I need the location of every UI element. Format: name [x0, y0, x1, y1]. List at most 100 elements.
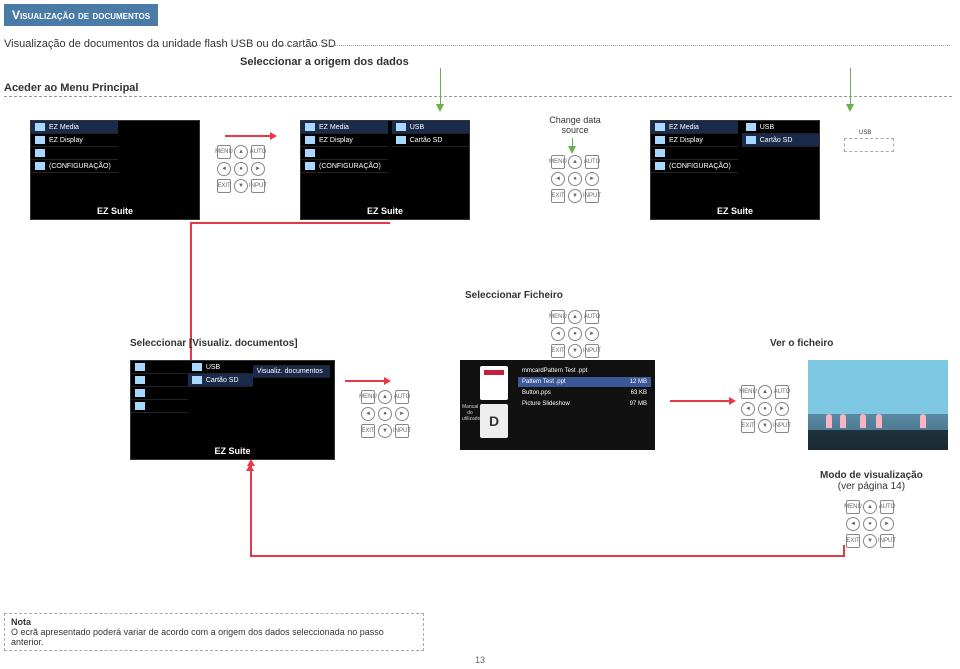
- auto-button[interactable]: AUTO: [251, 145, 265, 159]
- media-icon: [35, 123, 45, 131]
- green-connector: [850, 68, 851, 104]
- exit-button[interactable]: EXIT: [551, 189, 565, 203]
- left-button[interactable]: ◄: [741, 402, 755, 416]
- up-button[interactable]: ▲: [863, 500, 877, 514]
- file-name: Pattern Test .ppt: [522, 379, 566, 385]
- down-button[interactable]: ▼: [568, 189, 582, 203]
- menu-label: Cartão SD: [410, 137, 443, 144]
- input-button[interactable]: INPUT: [585, 189, 599, 203]
- media-icon: [655, 123, 665, 131]
- icon: [135, 376, 145, 384]
- right-button[interactable]: ►: [775, 402, 789, 416]
- file-size: 63 KB: [631, 390, 647, 396]
- enter-button[interactable]: ●: [568, 172, 582, 186]
- menu-item: EZ Display: [651, 134, 738, 147]
- enter-button[interactable]: ●: [758, 402, 772, 416]
- right-button[interactable]: ►: [251, 162, 265, 176]
- enter-button[interactable]: ●: [568, 327, 582, 341]
- right-button[interactable]: ►: [585, 327, 599, 341]
- menu-button[interactable]: MENU: [551, 155, 565, 169]
- red-arrow-icon: [670, 400, 730, 402]
- remote-keypad[interactable]: MENU ▲ AUTO ◄ ● ► EXIT ▼ INPUT: [740, 385, 790, 433]
- input-button[interactable]: INPUT: [775, 419, 789, 433]
- menu-item: Cartão SD: [188, 374, 253, 387]
- menu-label: EZ Media: [49, 124, 79, 131]
- menu-item: (CONFIGURAÇÃO): [651, 160, 738, 173]
- ez-footer: EZ Suite: [301, 206, 469, 216]
- up-button[interactable]: ▲: [758, 385, 772, 399]
- sd-icon: [192, 376, 202, 384]
- menu-item: USB: [742, 121, 819, 134]
- menu-label: Visualiz. documentos: [257, 368, 323, 375]
- auto-button[interactable]: AUTO: [395, 390, 409, 404]
- left-button[interactable]: ◄: [217, 162, 231, 176]
- left-button[interactable]: ◄: [551, 172, 565, 186]
- file-row: Pattern Test .ppt12 MB: [518, 377, 651, 387]
- menu-label: (CONFIGURAÇÃO): [319, 163, 381, 170]
- remote-keypad[interactable]: MENU ▲ AUTO ◄ ● ► EXIT ▼ INPUT: [216, 145, 266, 193]
- auto-button[interactable]: AUTO: [775, 385, 789, 399]
- input-button[interactable]: INPUT: [880, 534, 894, 548]
- right-button[interactable]: ►: [395, 407, 409, 421]
- menu-button[interactable]: MENU: [217, 145, 231, 159]
- remote-keypad[interactable]: MENU ▲ AUTO ◄ ● ► EXIT ▼ INPUT: [550, 310, 600, 358]
- input-button[interactable]: INPUT: [585, 344, 599, 358]
- right-button[interactable]: ►: [585, 172, 599, 186]
- exit-button[interactable]: EXIT: [217, 179, 231, 193]
- config-icon: [305, 162, 315, 170]
- usb-icon: [746, 123, 756, 131]
- right-button[interactable]: ►: [880, 517, 894, 531]
- sd-icon: [396, 136, 406, 144]
- enter-button[interactable]: ●: [234, 162, 248, 176]
- menu-item: EZ Media: [31, 121, 118, 134]
- down-button[interactable]: ▼: [863, 534, 877, 548]
- exit-button[interactable]: EXIT: [361, 424, 375, 438]
- left-button[interactable]: ◄: [551, 327, 565, 341]
- input-button[interactable]: INPUT: [251, 179, 265, 193]
- auto-button[interactable]: AUTO: [585, 155, 599, 169]
- config-icon: [35, 162, 45, 170]
- menu-button[interactable]: MENU: [741, 385, 755, 399]
- input-button[interactable]: INPUT: [395, 424, 409, 438]
- remote-keypad[interactable]: MENU ▲ AUTO ◄ ● ► EXIT ▼ INPUT: [550, 155, 600, 203]
- up-button[interactable]: ▲: [568, 310, 582, 324]
- down-button[interactable]: ▼: [234, 179, 248, 193]
- up-button[interactable]: ▲: [234, 145, 248, 159]
- enter-button[interactable]: ●: [378, 407, 392, 421]
- menu-item: EZ Media: [651, 121, 738, 134]
- icon: [655, 149, 665, 157]
- subtitle: Visualização de documentos da unidade fl…: [4, 38, 960, 50]
- menu-item: [31, 147, 118, 160]
- menu-item: USB: [392, 121, 469, 134]
- mode-ref: (ver página 14): [838, 481, 905, 492]
- menu-button[interactable]: MENU: [551, 310, 565, 324]
- down-button[interactable]: ▼: [568, 344, 582, 358]
- down-button[interactable]: ▼: [758, 419, 772, 433]
- green-arrow-icon: [568, 146, 576, 154]
- view-mode-label: Modo de visualização (ver página 14): [820, 470, 923, 492]
- enter-button[interactable]: ●: [863, 517, 877, 531]
- menu-label: EZ Media: [669, 124, 699, 131]
- left-button[interactable]: ◄: [846, 517, 860, 531]
- up-button[interactable]: ▲: [568, 155, 582, 169]
- folder-icon: D: [480, 404, 508, 438]
- ez-screen-usb: EZ Media EZ Display (CONFIGURAÇÃO) USB C…: [300, 120, 470, 220]
- left-button[interactable]: ◄: [361, 407, 375, 421]
- exit-button[interactable]: EXIT: [846, 534, 860, 548]
- display-icon: [35, 136, 45, 144]
- auto-button[interactable]: AUTO: [585, 310, 599, 324]
- icon: [135, 389, 145, 397]
- up-button[interactable]: ▲: [378, 390, 392, 404]
- file-row: Picture Slideshow97 MB: [518, 399, 651, 409]
- exit-button[interactable]: EXIT: [551, 344, 565, 358]
- auto-button[interactable]: AUTO: [880, 500, 894, 514]
- remote-keypad[interactable]: MENU ▲ AUTO ◄ ● ► EXIT ▼ INPUT: [845, 500, 895, 548]
- remote-keypad[interactable]: MENU ▲ AUTO ◄ ● ► EXIT ▼ INPUT: [360, 390, 410, 438]
- down-button[interactable]: ▼: [378, 424, 392, 438]
- menu-button[interactable]: MENU: [361, 390, 375, 404]
- photo-viewer: [808, 360, 948, 450]
- menu-label: USB: [206, 364, 220, 371]
- file-row: Button.pps63 KB: [518, 388, 651, 398]
- exit-button[interactable]: EXIT: [741, 419, 755, 433]
- menu-button[interactable]: MENU: [846, 500, 860, 514]
